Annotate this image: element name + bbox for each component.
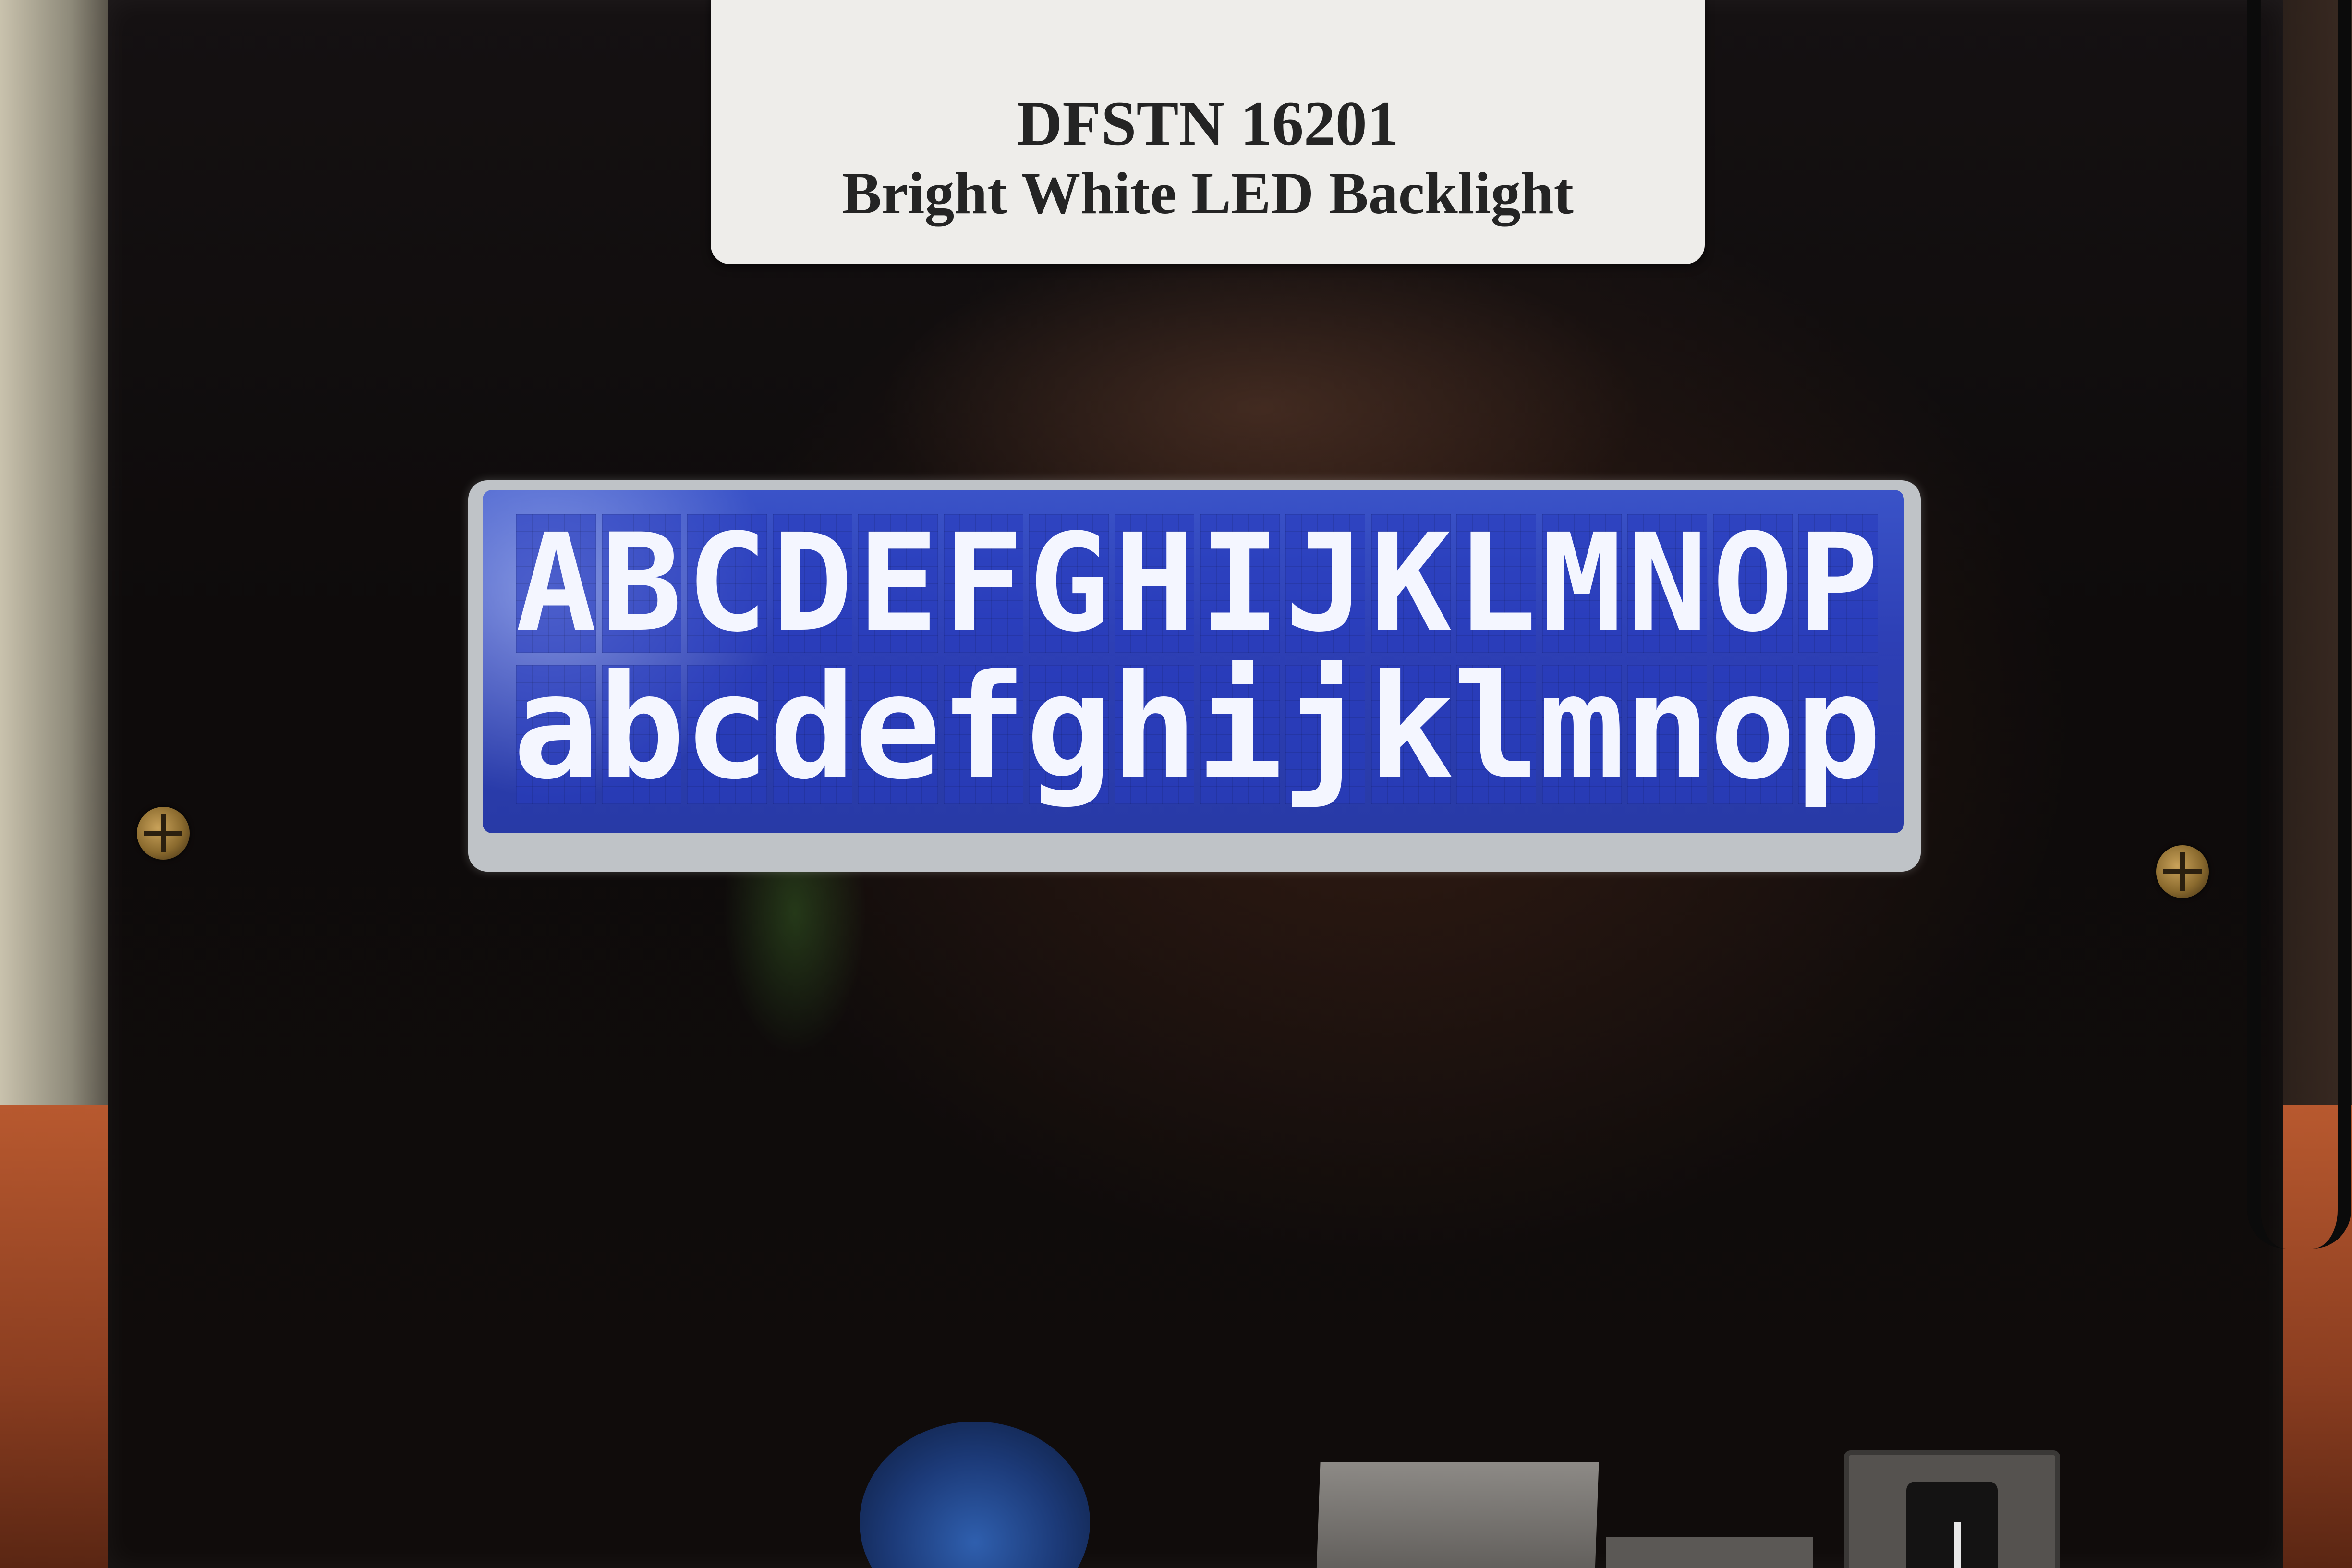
lcd-char: D (772, 505, 853, 662)
label-sticker: DFSTN 16201 Bright White LED Backlight (711, 0, 1705, 264)
lcd-char: J (1285, 505, 1366, 662)
lcd-char: M (1541, 505, 1623, 662)
screw-icon (2156, 845, 2209, 898)
switch-on-mark-icon (1954, 1522, 1961, 1568)
lcd-char: f (940, 644, 1027, 811)
screw-icon (137, 807, 190, 860)
lcd-char: A (515, 505, 597, 662)
lcd-char: K (1370, 505, 1452, 662)
lcd-char: O (1712, 505, 1794, 662)
lcd-char: n (1624, 644, 1711, 811)
lcd-row-2: a b c d e f g h i j k l m n o p (512, 644, 1882, 811)
lcd-char: L (1455, 505, 1537, 662)
lcd-char: F (943, 505, 1024, 662)
lcd-char: G (1028, 505, 1110, 662)
lcd-char: o (1709, 644, 1796, 811)
photo-scene: DFSTN 16201 Bright White LED Backlight A… (0, 0, 2352, 1568)
lcd-char: d (769, 644, 856, 811)
rocker-switch[interactable] (1844, 1450, 2060, 1568)
lcd-char: i (1196, 644, 1284, 811)
metal-bracket-edge (1606, 1537, 1813, 1568)
metal-bracket (1316, 1462, 1599, 1568)
lcd-char: h (1111, 644, 1198, 811)
lcd-char: m (1538, 644, 1625, 811)
lcd-char: l (1453, 644, 1540, 811)
label-description: Bright White LED Backlight (842, 160, 1574, 227)
lcd-char: P (1797, 505, 1879, 662)
lcd-char: g (1025, 644, 1113, 811)
lcd-char: N (1626, 505, 1708, 662)
lcd-row-1: A B C D E F G H I J K L M N O P (515, 505, 1879, 662)
lcd-char: I (1199, 505, 1281, 662)
lcd-char: C (686, 505, 768, 662)
lcd-char: j (1282, 644, 1369, 811)
lcd-char: p (1794, 644, 1882, 811)
lcd-char: H (1114, 505, 1195, 662)
label-model: DFSTN 16201 (1017, 87, 1399, 158)
lcd-char: e (854, 644, 942, 811)
lcd-char: B (601, 505, 682, 662)
lcd-char: E (857, 505, 939, 662)
lcd-screen: A B C D E F G H I J K L M N O P a b c d … (483, 490, 1904, 833)
cable (2247, 0, 2351, 1249)
lcd-char: b (598, 644, 685, 811)
lcd-char: a (512, 644, 600, 811)
lcd-char: k (1367, 644, 1455, 811)
lcd-char: c (683, 644, 771, 811)
